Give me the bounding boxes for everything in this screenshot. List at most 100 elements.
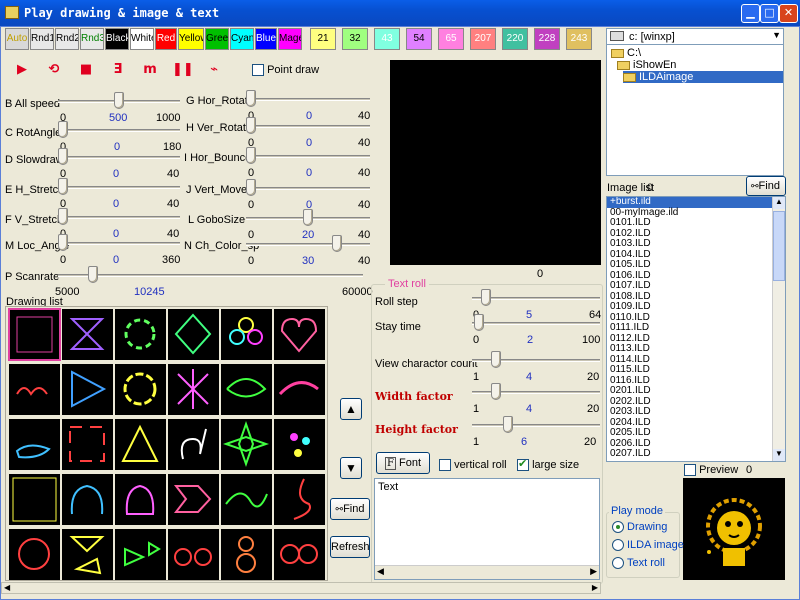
drawing-tile[interactable] <box>168 419 219 470</box>
find-image-button[interactable]: ⚯Find <box>746 176 786 196</box>
slider-thumb[interactable] <box>58 148 68 165</box>
close-button[interactable]: ✕ <box>779 4 798 23</box>
slider-track[interactable] <box>58 274 363 277</box>
color-button-65[interactable]: 65 <box>438 28 464 50</box>
slider-thumb[interactable] <box>481 289 492 306</box>
slider-thumb[interactable] <box>87 266 98 283</box>
image-list-item[interactable]: 0107.ILD <box>607 280 773 292</box>
drawing-tile[interactable] <box>168 474 219 525</box>
preview-option[interactable]: Preview <box>684 464 738 477</box>
drawing-list[interactable] <box>5 306 328 581</box>
slider-track[interactable] <box>58 129 180 132</box>
point-draw-checkbox[interactable] <box>252 64 264 77</box>
play-mode-option[interactable]: ILDA image <box>612 539 684 552</box>
play-mode-radio[interactable] <box>612 539 624 552</box>
play-mode-radio[interactable] <box>612 557 624 570</box>
slider-thumb[interactable] <box>474 314 485 331</box>
multi-button[interactable]: m <box>140 60 160 80</box>
drawing-tile[interactable] <box>274 364 325 415</box>
text-input-hscrollbar[interactable]: ◀ ▶ <box>375 565 599 579</box>
drawing-tile[interactable] <box>115 309 166 360</box>
drawing-tile[interactable] <box>62 309 113 360</box>
drawing-tile[interactable] <box>221 474 272 525</box>
drawing-tile[interactable] <box>115 474 166 525</box>
large-size-checkbox[interactable]: ✔ <box>517 458 529 472</box>
slider-track[interactable] <box>58 216 180 219</box>
folder-item[interactable]: ILDAimage <box>623 71 783 83</box>
minimize-button[interactable]: ▁ <box>741 4 760 23</box>
drawing-tile[interactable] <box>221 364 272 415</box>
refresh-button[interactable]: Refresh <box>330 536 370 558</box>
slider-track[interactable] <box>58 242 180 245</box>
image-list-item[interactable]: 0205.ILD <box>607 427 773 439</box>
drawing-tile[interactable] <box>168 529 219 580</box>
preview-checkbox[interactable] <box>684 464 696 477</box>
drawing-tile[interactable] <box>221 419 272 470</box>
color-button-43[interactable]: 43 <box>374 28 400 50</box>
scroll-left-icon[interactable]: ◀ <box>4 583 10 592</box>
color-button-243[interactable]: 243 <box>566 28 592 50</box>
drawing-tile[interactable] <box>168 364 219 415</box>
image-list-scrollbar[interactable]: ▲ ▼ <box>772 197 785 461</box>
slider-track[interactable] <box>472 424 600 427</box>
scroll-left-icon[interactable]: ◀ <box>377 566 384 577</box>
drawing-tile[interactable] <box>115 364 166 415</box>
color-button-black[interactable]: Black <box>105 28 129 50</box>
image-list-item[interactable]: 0109.ILD <box>607 301 773 313</box>
color-button-220[interactable]: 220 <box>502 28 528 50</box>
slider-track[interactable] <box>58 186 180 189</box>
stop-button[interactable]: ■ <box>76 60 96 80</box>
color-button-mage[interactable]: Mage <box>278 28 302 50</box>
title-bar[interactable]: Play drawing & image & text ▁ □ ✕ <box>0 0 800 26</box>
drawing-tile[interactable] <box>221 309 272 360</box>
scroll-right-icon[interactable]: ▶ <box>590 566 597 577</box>
color-button-rnd1[interactable]: Rnd1 <box>30 28 54 50</box>
color-button-auto[interactable]: Auto <box>5 28 29 50</box>
drawing-tile[interactable] <box>8 308 61 361</box>
step-button[interactable]: Ǝ <box>108 60 128 80</box>
slider-thumb[interactable] <box>58 121 68 138</box>
drawing-tile[interactable] <box>274 529 325 580</box>
scroll-up-icon[interactable]: ▲ <box>773 197 785 209</box>
slider-thumb[interactable] <box>58 208 68 225</box>
image-file-list[interactable]: +burst.ild 00-myImage.ild 0101.ILD 0102.ILD… <box>606 196 786 462</box>
color-button-rnd3[interactable]: Rnd3 <box>80 28 104 50</box>
play-mode-option[interactable]: Drawing <box>612 521 667 534</box>
text-input[interactable]: Text ◀ ▶ <box>374 478 600 580</box>
vertical-roll-option[interactable]: vertical roll <box>439 459 507 472</box>
slider-thumb[interactable] <box>303 209 313 226</box>
folder-tree[interactable]: C:\ iShowEn ILDAimage <box>606 44 784 176</box>
drawing-tile[interactable] <box>62 529 113 580</box>
loop-button[interactable]: ⟲ <box>44 60 64 80</box>
drawing-tile[interactable] <box>115 529 166 580</box>
color-button-54[interactable]: 54 <box>406 28 432 50</box>
slider-track[interactable] <box>246 187 370 190</box>
slider-track[interactable] <box>246 125 370 128</box>
folder-item[interactable]: iShowEn <box>617 59 682 71</box>
play-mode-radio[interactable] <box>612 521 624 534</box>
slider-thumb[interactable] <box>490 351 501 368</box>
drawing-tile[interactable] <box>9 364 60 415</box>
scroll-down-button[interactable]: ▼ <box>340 457 362 479</box>
image-list-item[interactable]: 0103.ILD <box>607 238 773 250</box>
drawing-tile[interactable] <box>274 309 325 360</box>
slider-thumb[interactable] <box>246 147 256 164</box>
color-button-228[interactable]: 228 <box>534 28 560 50</box>
drawing-tile[interactable] <box>9 529 60 580</box>
drawing-tile[interactable] <box>62 474 113 525</box>
drawing-tile[interactable] <box>62 364 113 415</box>
play-button[interactable]: ▶ <box>12 60 32 80</box>
drawing-tile[interactable] <box>221 529 272 580</box>
slider-track[interactable] <box>58 156 180 159</box>
slider-track[interactable] <box>472 297 600 300</box>
slider-thumb[interactable] <box>58 234 68 251</box>
drawing-tile[interactable] <box>62 419 113 470</box>
drawing-tile[interactable] <box>115 419 166 470</box>
play-mode-option[interactable]: Text roll <box>612 557 665 570</box>
image-list-item[interactable]: 0111.ILD <box>607 322 773 334</box>
slider-thumb[interactable] <box>331 235 342 252</box>
slider-track[interactable] <box>246 98 370 101</box>
image-list-item[interactable]: 0105.ILD <box>607 259 773 271</box>
color-button-rnd2[interactable]: Rnd2 <box>55 28 79 50</box>
scroll-right-icon[interactable]: ▶ <box>592 583 598 592</box>
